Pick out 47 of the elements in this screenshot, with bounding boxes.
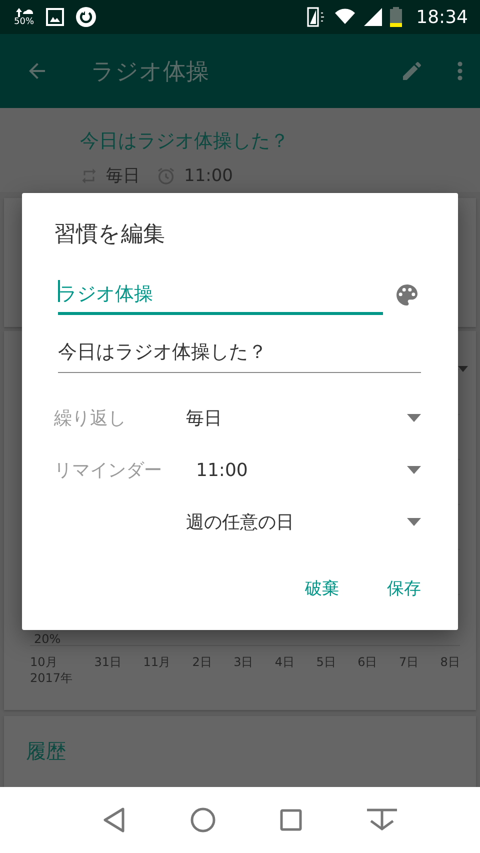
cloud-upload-icon	[14, 8, 34, 16]
status-time: 18:34	[416, 6, 468, 28]
text-input-field[interactable]: 今日はラジオ体操した？	[58, 333, 421, 373]
dialog-button[interactable]: 破棄	[305, 569, 339, 608]
habit-question: 今日はラジオ体操した？	[80, 129, 290, 154]
dropdown[interactable]: 週の任意の日	[186, 510, 421, 534]
dropdown[interactable]: 11:00	[196, 460, 421, 480]
caret-icon	[407, 414, 421, 422]
back-icon[interactable]	[102, 807, 126, 833]
x-axis-label: 3日	[234, 654, 254, 670]
setting-label: リマインダー	[54, 460, 162, 481]
x-axis-label: 7日	[398, 654, 419, 670]
y-axis-label: 20%	[34, 632, 61, 646]
home-icon[interactable]	[190, 807, 216, 833]
history-title: 履歴	[26, 739, 66, 763]
image-icon	[46, 8, 64, 26]
app-bar-title: ラジオ体操	[91, 58, 210, 86]
caret-icon	[407, 466, 421, 474]
x-axis-label: 6日	[358, 654, 378, 670]
x-axis-label: 10月	[30, 654, 58, 670]
refresh-circle-icon	[76, 7, 96, 27]
repeat-icon	[80, 166, 98, 184]
x-axis-year: 2017年	[30, 670, 73, 686]
signal-icon	[364, 8, 382, 26]
repeat-text: 毎日	[106, 165, 140, 187]
dialog-title: 習慣を編集	[54, 221, 166, 249]
battery-icon	[390, 7, 402, 27]
more-options-icon[interactable]	[456, 59, 464, 83]
recents-icon[interactable]	[280, 809, 302, 831]
x-axis-label: 2日	[192, 654, 212, 670]
x-axis-label: 4日	[274, 654, 295, 670]
dropdown-caret-icon[interactable]	[458, 366, 468, 372]
dialog-button[interactable]: 保存	[387, 569, 421, 608]
screen-rotate-icon	[306, 7, 326, 27]
x-axis-label: 8日	[440, 654, 460, 670]
x-axis-label: 5日	[316, 654, 336, 670]
alarm-icon	[156, 166, 176, 186]
edit-icon[interactable]	[400, 59, 424, 83]
reminder-text: 11:00	[184, 166, 233, 186]
text-input-field[interactable]: ラジオ体操	[58, 275, 383, 315]
caret-icon	[407, 518, 421, 526]
x-axis-label: 11月	[143, 654, 171, 670]
dropdown[interactable]: 毎日	[186, 406, 421, 430]
hide-keyboard-icon[interactable]	[366, 808, 398, 832]
setting-label: 繰り返し	[54, 408, 126, 429]
x-axis-label: 31日	[94, 654, 122, 670]
data-saver-text: 50%	[14, 16, 34, 26]
